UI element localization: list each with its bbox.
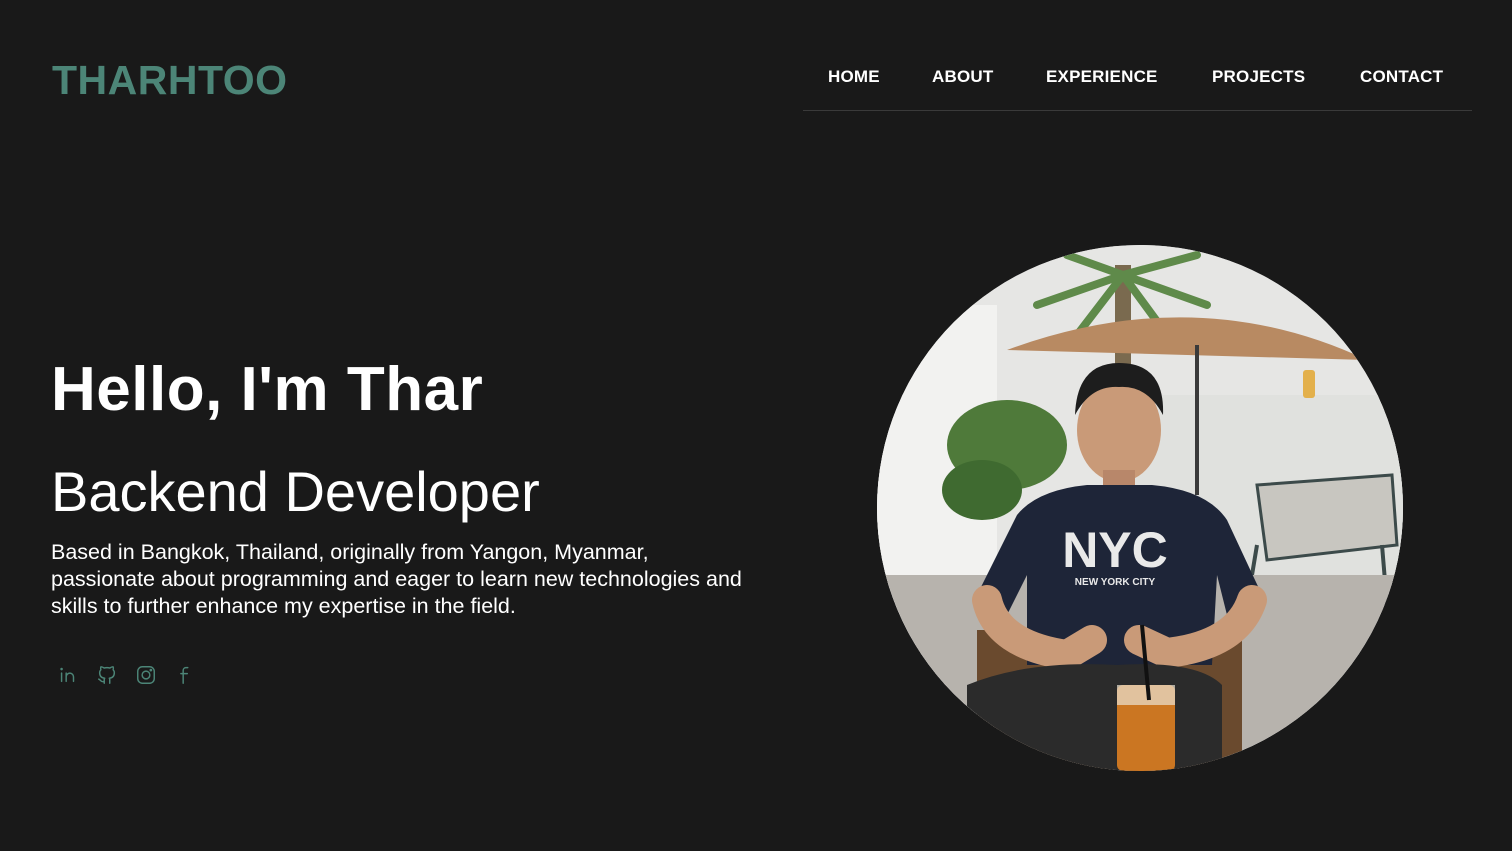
shirt-subtext: NEW YORK CITY	[1075, 577, 1156, 588]
nav-contact[interactable]: CONTACT	[1360, 67, 1443, 87]
portfolio-page: THARHTOO HOME ABOUT EXPERIENCE PROJECTS …	[0, 0, 1512, 851]
shirt-text: NYC	[1062, 522, 1168, 578]
hero-role: Backend Developer	[51, 460, 540, 523]
profile-photo-illustration: NYC NEW YORK CITY	[877, 245, 1403, 771]
linkedin-icon[interactable]	[54, 661, 82, 689]
nav-about[interactable]: ABOUT	[932, 67, 993, 87]
site-logo[interactable]: THARHTOO	[52, 58, 288, 102]
facebook-icon[interactable]	[171, 661, 199, 689]
main-nav: HOME ABOUT EXPERIENCE PROJECTS CONTACT	[803, 56, 1472, 111]
hero-greeting: Hello, I'm Thar	[51, 355, 484, 424]
nav-experience[interactable]: EXPERIENCE	[1046, 67, 1158, 87]
nav-projects[interactable]: PROJECTS	[1212, 67, 1305, 87]
github-icon[interactable]	[93, 661, 121, 689]
hero-description: Based in Bangkok, Thailand, originally f…	[51, 540, 742, 618]
profile-photo: NYC NEW YORK CITY	[877, 245, 1403, 771]
nav-home[interactable]: HOME	[828, 67, 880, 87]
instagram-icon[interactable]	[132, 661, 160, 689]
